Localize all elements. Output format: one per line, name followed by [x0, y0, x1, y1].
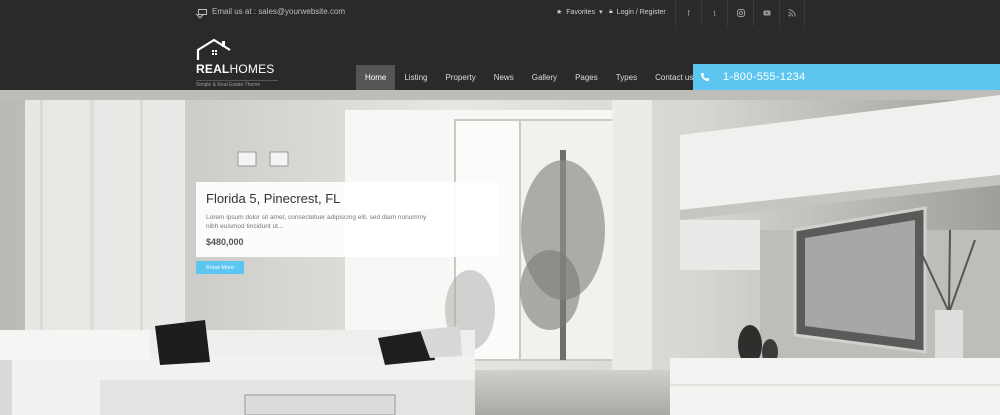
star-icon: ★: [556, 9, 563, 16]
nav-item-news[interactable]: News: [485, 65, 523, 90]
phone-icon: [693, 72, 717, 82]
instagram-icon[interactable]: [727, 0, 753, 26]
nav-item-pages[interactable]: Pages: [566, 65, 607, 90]
email-text: Email us at : sales@yourwebsite.com: [212, 7, 346, 16]
site-header: Email us at : sales@yourwebsite.com ★ Fa…: [0, 0, 1000, 90]
favorites-label: Favorites: [566, 8, 596, 16]
know-more-button[interactable]: Know More: [196, 261, 244, 274]
hero-background-image: [0, 90, 1000, 415]
house-icon: [196, 38, 231, 60]
facebook-icon[interactable]: f: [675, 0, 701, 26]
social-links: f t: [675, 0, 805, 26]
main-nav: Home Listing Property News Gallery Pages…: [356, 65, 702, 90]
nav-item-property[interactable]: Property: [436, 65, 484, 90]
twitter-icon[interactable]: t: [701, 0, 727, 26]
page: Email us at : sales@yourwebsite.com ★ Fa…: [0, 0, 1000, 415]
nav-item-types[interactable]: Types: [607, 65, 646, 90]
top-bar: Email us at : sales@yourwebsite.com ★ Fa…: [0, 0, 1000, 26]
login-link[interactable]: 🔒︎ Login / Register: [609, 8, 666, 16]
nav-item-listing[interactable]: Listing: [395, 65, 436, 90]
site-logo[interactable]: REALHOMES Simple & Real Estate Theme: [196, 38, 286, 88]
nav-item-gallery[interactable]: Gallery: [523, 65, 566, 90]
lock-icon: 🔒︎: [609, 8, 613, 15]
featured-property-card: Florida 5, Pinecrest, FL Lorem ipsum dol…: [196, 182, 499, 257]
property-title[interactable]: Florida 5, Pinecrest, FL: [206, 191, 489, 206]
logo-name-bold: REAL: [196, 62, 230, 76]
youtube-icon[interactable]: [753, 0, 779, 26]
logo-tagline: Simple & Real Estate Theme: [196, 80, 278, 88]
property-price: $480,000: [206, 237, 244, 247]
login-label: Login / Register: [616, 8, 666, 16]
nav-item-home[interactable]: Home: [356, 65, 396, 90]
favorites-link[interactable]: ★ Favorites ▾: [556, 8, 603, 17]
logo-wordmark: REALHOMES: [196, 62, 274, 76]
property-description: Lorem ipsum dolor sit amet, consectetuer…: [206, 214, 427, 230]
phone-number: 1-800-555-1234: [723, 71, 806, 83]
email-contact[interactable]: Email us at : sales@yourwebsite.com: [198, 7, 345, 16]
rss-icon[interactable]: [779, 0, 805, 26]
envelope-icon: [198, 8, 207, 15]
logo-name-light: HOMES: [229, 62, 275, 76]
chevron-down-icon: ▾: [599, 9, 603, 16]
hero-slider: [0, 90, 1000, 415]
phone-banner[interactable]: 1-800-555-1234: [693, 64, 1000, 90]
